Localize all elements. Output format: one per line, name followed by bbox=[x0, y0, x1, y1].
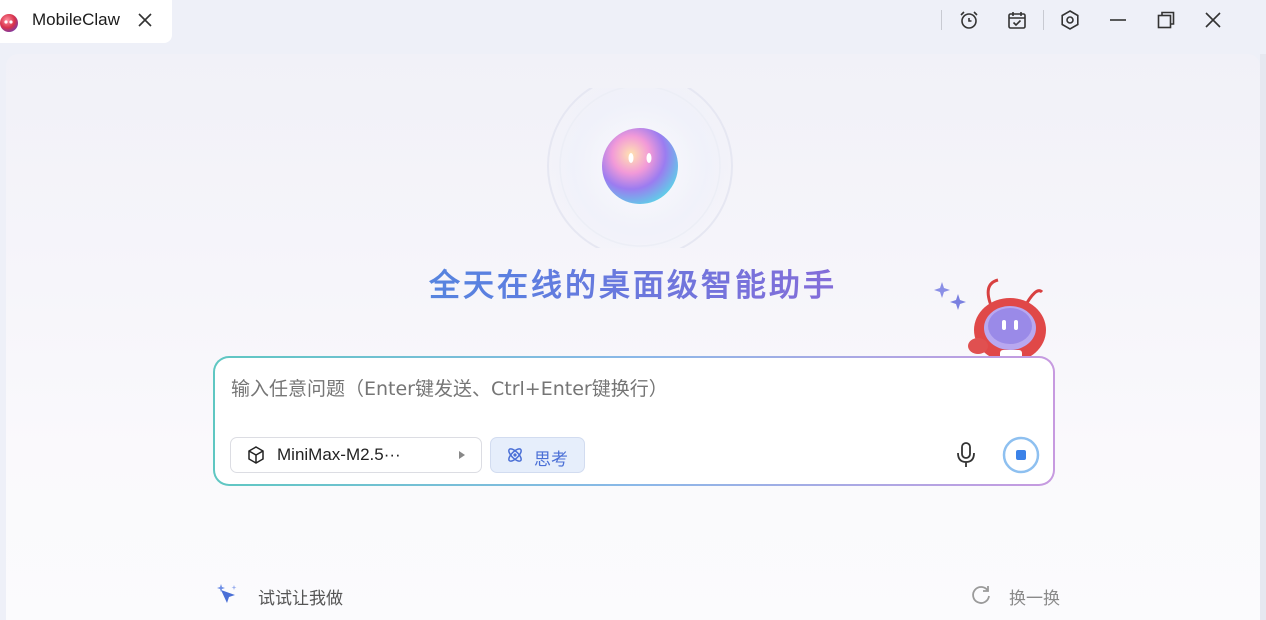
tab-mobileclaw[interactable]: MobileClaw bbox=[0, 0, 172, 43]
close-icon bbox=[1205, 12, 1221, 28]
microphone-icon[interactable] bbox=[952, 440, 980, 470]
stop-button[interactable] bbox=[1002, 436, 1040, 474]
calendar-check-icon bbox=[1008, 12, 1026, 29]
app-logo-icon bbox=[0, 14, 18, 32]
tab-title: MobileClaw bbox=[32, 10, 120, 29]
think-label: 思考 bbox=[534, 450, 568, 470]
settings-button[interactable] bbox=[1057, 7, 1083, 33]
model-selector[interactable]: MiniMax-M2.5··· bbox=[230, 437, 482, 473]
tab-close-icon[interactable] bbox=[136, 11, 154, 29]
composer-inner: MiniMax-M2.5··· 思考 bbox=[215, 358, 1053, 484]
caret-right-icon bbox=[459, 451, 465, 459]
page-title: 全天在线的桌面级智能助手 bbox=[0, 260, 1266, 305]
refresh-button[interactable]: 换一换 bbox=[1009, 584, 1060, 609]
settings-icon bbox=[1061, 10, 1079, 30]
separator bbox=[1043, 10, 1044, 30]
suggestions-label: 试试让我做 bbox=[258, 589, 343, 609]
close-button[interactable] bbox=[1200, 7, 1226, 33]
refresh-icon[interactable] bbox=[969, 583, 993, 607]
think-toggle[interactable]: 思考 bbox=[490, 437, 585, 473]
mascot-icon bbox=[934, 278, 1046, 360]
assistant-orb-icon bbox=[545, 88, 734, 248]
scroll-edge bbox=[1260, 54, 1266, 620]
alarm-clock-button[interactable] bbox=[956, 7, 982, 33]
restore-icon bbox=[1157, 11, 1175, 29]
minimize-button[interactable] bbox=[1105, 7, 1131, 33]
atom-icon bbox=[508, 448, 522, 462]
alarm-clock-icon bbox=[960, 11, 978, 29]
sparkle-cursor-icon bbox=[217, 584, 237, 603]
composer: MiniMax-M2.5··· 思考 bbox=[213, 356, 1055, 486]
minimize-icon bbox=[1110, 19, 1126, 21]
restore-button[interactable] bbox=[1153, 7, 1179, 33]
calendar-button[interactable] bbox=[1004, 7, 1030, 33]
title-bar: MobileClaw bbox=[0, 0, 1266, 52]
question-input[interactable] bbox=[231, 378, 1031, 400]
separator bbox=[941, 10, 942, 30]
model-label: MiniMax-M2.5··· bbox=[277, 445, 401, 464]
cube-icon bbox=[248, 446, 264, 464]
